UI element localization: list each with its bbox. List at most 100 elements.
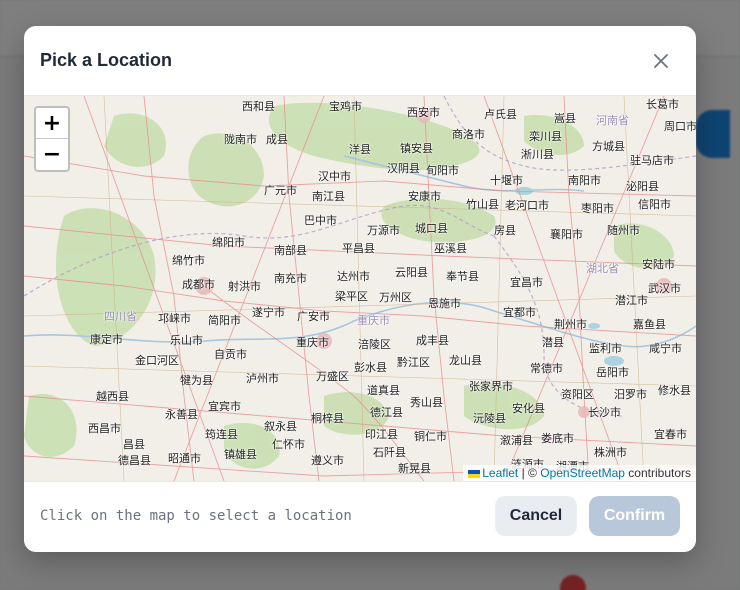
zoom-control: + −	[34, 106, 70, 172]
map-place-label: 南阳市	[568, 174, 601, 187]
map-place-label: 栾川县	[529, 130, 562, 143]
close-button[interactable]	[650, 50, 672, 72]
map-place-label: 驻马店市	[630, 154, 674, 167]
map-place-label: 永善县	[165, 408, 198, 421]
map-place-label: 泸州市	[246, 372, 279, 385]
map-place-label: 简阳市	[208, 314, 241, 327]
map-place-label: 越西县	[96, 390, 129, 403]
map-place-label: 绵阳市	[212, 236, 245, 249]
map-place-label: 康定市	[90, 333, 123, 346]
map-place-label: 沅陵县	[473, 412, 506, 425]
attribution-contributors: contributors	[628, 466, 691, 480]
map-place-label: 犍为县	[180, 374, 213, 387]
map-place-label: 城口县	[415, 222, 448, 235]
map-place-label: 张家界市	[469, 380, 513, 393]
map-place-label: 成都市	[182, 278, 215, 291]
map-place-label: 汨罗市	[614, 388, 647, 401]
map-place-label: 竹山县	[466, 198, 499, 211]
map-place-label: 南江县	[312, 190, 345, 203]
map-place-label: 印江县	[365, 428, 398, 441]
map-place-label: 宜都市	[503, 306, 536, 319]
map-place-label: 荆州市	[554, 318, 587, 331]
map-place-label: 汉中市	[318, 170, 351, 183]
zoom-out-button[interactable]: −	[36, 138, 68, 169]
map-place-label: 成丰县	[416, 334, 449, 347]
map-place-label: 遵义市	[311, 454, 344, 467]
map-place-label: 德江县	[370, 406, 403, 419]
map-place-label: 金口河区	[135, 354, 179, 367]
map-place-label: 云阳县	[395, 266, 428, 279]
map-place-label: 广元市	[264, 184, 297, 197]
map-place-label: 彭水县	[354, 361, 387, 374]
map-place-label: 溆浦县	[500, 434, 533, 447]
map-place-label: 巫溪县	[434, 242, 467, 255]
map-place-label: 重庆市	[296, 336, 329, 349]
map-place-label: 奉节县	[446, 270, 479, 283]
modal-title: Pick a Location	[40, 50, 173, 70]
map-place-label: 常德市	[530, 362, 563, 375]
map-place-label: 龙山县	[449, 354, 482, 367]
map-place-label: 桐梓县	[311, 412, 344, 425]
map-canvas[interactable]: 宝鸡市 西安市 卢氏县 嵩县 长葛市 西和县 河南省 周口市 陇南市 成县 商洛市 栾川县 方城县 洋县镇…	[24, 95, 696, 482]
attribution-separator: | ©	[521, 466, 537, 480]
map-place-label: 资阳区	[561, 388, 594, 401]
map-place-label: 乐山市	[170, 334, 203, 347]
map-place-label: 昌县	[123, 438, 145, 451]
confirm-button[interactable]: Confirm	[589, 496, 680, 536]
map-place-label: 宜宾市	[208, 400, 241, 413]
map-place-label: 随州市	[607, 224, 640, 237]
map-place-label: 襄阳市	[550, 228, 583, 241]
map-place-label: 石阡县	[373, 446, 406, 459]
map-place-label: 岳阳市	[596, 366, 629, 379]
modal-header: Pick a Location	[24, 26, 696, 95]
modal-footer: Click on the map to select a location Ca…	[24, 480, 696, 552]
openstreetmap-link[interactable]: OpenStreetMap	[540, 466, 625, 480]
map-place-label: 信阳市	[638, 198, 671, 211]
map-place-label: 安化县	[512, 402, 545, 415]
map-place-label: 南部县	[274, 244, 307, 257]
map-place-label: 昭通市	[168, 452, 201, 465]
location-hint: Click on the map to select a location	[40, 508, 352, 524]
map-place-label: 安康市	[408, 190, 441, 203]
map-place-label: 商洛市	[452, 128, 485, 141]
map-place-label: 涪陵区	[358, 338, 391, 351]
cancel-button[interactable]: Cancel	[495, 496, 577, 536]
map-place-label: 武汉市	[648, 282, 681, 295]
map-place-label: 万源市	[367, 224, 400, 237]
map-place-label: 恩施市	[428, 297, 461, 310]
map-place-label: 湖北省	[586, 262, 619, 275]
leaflet-link[interactable]: Leaflet	[482, 466, 518, 480]
map-place-label: 枣阳市	[581, 202, 614, 215]
map-place-label: 汉阴县	[387, 162, 420, 175]
ukraine-flag-icon	[468, 469, 481, 478]
map-place-label: 万州区	[379, 291, 412, 304]
map-place-label: 自贡市	[214, 348, 247, 361]
map-place-label: 叙永县	[264, 420, 297, 433]
map-place-label: 房县	[494, 224, 516, 237]
map-place-label: 长葛市	[646, 98, 679, 111]
map-place-label: 邛崃市	[158, 312, 191, 325]
map-place-label: 成县	[266, 133, 288, 146]
map-place-label: 嵩县	[554, 112, 576, 125]
map-place-label: 德昌县	[118, 454, 151, 467]
map-place-label: 南充市	[274, 272, 307, 285]
map-place-label: 道真县	[367, 384, 400, 397]
map-place-label: 娄底市	[541, 432, 574, 445]
map-place-label: 咸宁市	[649, 342, 682, 355]
map-place-label: 方城县	[592, 140, 625, 153]
map-place-label: 筠连县	[205, 428, 238, 441]
zoom-in-button[interactable]: +	[36, 108, 68, 138]
map-place-label: 淅川县	[521, 148, 554, 161]
map-place-label: 株洲市	[594, 446, 627, 459]
map-place-label: 镇雄县	[224, 448, 257, 461]
map-place-label: 宝鸡市	[329, 100, 362, 113]
map-place-label: 铜仁市	[414, 430, 447, 443]
map-place-label: 镇安县	[400, 142, 433, 155]
map-place-label: 西昌市	[88, 422, 121, 435]
map-place-label: 安陆市	[642, 258, 675, 271]
map-place-label: 宜昌市	[510, 276, 543, 289]
map-place-label: 长沙市	[588, 406, 621, 419]
map-place-label: 四川省	[104, 310, 137, 323]
map-place-label: 宜春市	[654, 428, 687, 441]
map-place-label: 十堰市	[490, 174, 523, 187]
